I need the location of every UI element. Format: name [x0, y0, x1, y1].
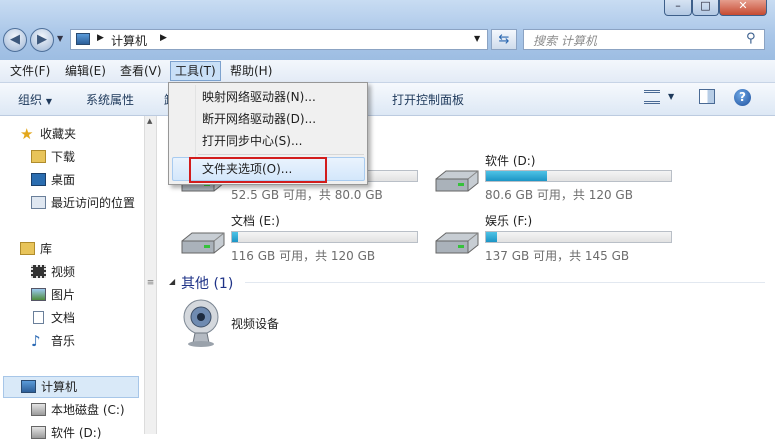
menu-separator [198, 154, 364, 155]
nav-label: 计算机 [41, 380, 78, 394]
capacity-bar [485, 170, 672, 182]
refresh-button[interactable]: ⇆ [491, 29, 517, 50]
chevron-down-icon: ▼ [45, 97, 52, 106]
search-box[interactable]: 搜索 计算机 ⚲ [523, 29, 765, 50]
menu-edit[interactable]: 编辑(E) [64, 63, 107, 79]
pictures-icon [31, 288, 46, 301]
search-icon[interactable]: ⚲ [746, 31, 756, 46]
downloads-folder-icon [31, 150, 46, 163]
nav-label: 桌面 [51, 173, 76, 187]
collapse-arrow-icon[interactable]: ◢ [169, 277, 175, 286]
hard-drive-icon [181, 232, 225, 254]
menu-view[interactable]: 查看(V) [119, 63, 163, 79]
star-icon: ★ [20, 125, 34, 143]
menu-tools[interactable]: 工具(T) [170, 61, 221, 81]
view-options-icon[interactable] [644, 90, 660, 104]
nav-label: 最近访问的位置 [51, 196, 136, 210]
organize-label: 组织 [18, 93, 43, 107]
help-icon[interactable]: ? [734, 89, 751, 106]
minimize-button[interactable]: – [664, 0, 692, 16]
nav-scrollbar[interactable]: ▲ ≡ [144, 116, 157, 434]
nav-label: 本地磁盘 (C:) [51, 403, 125, 417]
breadcrumb-computer[interactable]: 计算机 [111, 32, 147, 49]
maximize-button[interactable]: □ [692, 0, 719, 16]
title-bar: – □ ✕ ◀ ▶ ▼ ▶ 计算机 ▶ ▼ ⇆ 搜索 计算机 ⚲ [0, 0, 775, 60]
menu-item-sync-center[interactable]: 打开同步中心(S)... [202, 133, 302, 149]
nav-label: 软件 (D:) [51, 426, 102, 440]
command-bar: 组织 ▼ 系统属性 卸 打开控制面板 ▼ ? [0, 83, 775, 116]
forward-button[interactable]: ▶ [30, 28, 54, 52]
capacity-bar [231, 231, 418, 243]
highlight-box [189, 157, 327, 183]
system-properties-button[interactable]: 系统属性 [86, 91, 134, 108]
nav-label: 视频 [51, 265, 76, 279]
tools-dropdown-menu: 映射网络驱动器(N)... 断开网络驱动器(D)... 打开同步中心(S)...… [168, 82, 368, 185]
nav-label: 下载 [51, 150, 76, 164]
search-input[interactable]: 搜索 计算机 [533, 32, 597, 49]
free-space-text: 80.6 GB 可用，共 120 GB [485, 188, 633, 202]
recent-places-icon [31, 196, 46, 209]
back-button[interactable]: ◀ [3, 28, 27, 52]
navigation-pane: ★ 收藏夹 下载 桌面 最近访问的位置 库 视频 图片 文档 ♪ 音乐 计算机 … [0, 116, 144, 440]
history-dropdown-icon[interactable]: ▼ [57, 34, 63, 43]
chevron-down-icon[interactable]: ▼ [668, 92, 674, 101]
menu-help[interactable]: 帮助(H) [229, 63, 273, 79]
scroll-thumb[interactable]: ≡ [146, 276, 155, 290]
drive-icon [31, 403, 46, 416]
drive-name: 软件 (D:) [485, 154, 536, 168]
webcam-icon [183, 299, 219, 347]
hard-drive-icon [435, 232, 479, 254]
video-icon [31, 265, 46, 278]
nav-label: 音乐 [51, 334, 76, 348]
nav-label: 图片 [51, 288, 76, 302]
capacity-bar [485, 231, 672, 243]
capacity-fill [486, 171, 548, 181]
drive-icon [31, 426, 46, 439]
menu-item-map-drive[interactable]: 映射网络驱动器(N)... [202, 89, 316, 105]
drive-name: 文档 (E:) [231, 214, 280, 228]
document-icon [33, 311, 44, 324]
free-space-text: 137 GB 可用，共 145 GB [485, 249, 630, 263]
preview-pane-icon[interactable] [699, 89, 715, 104]
nav-label: 文档 [51, 311, 76, 325]
scroll-up-icon[interactable]: ▲ [147, 117, 152, 125]
nav-label: 收藏夹 [40, 127, 77, 141]
capacity-fill [232, 232, 238, 242]
menu-item-disconnect-drive[interactable]: 断开网络驱动器(D)... [202, 111, 316, 127]
computer-icon [21, 380, 36, 393]
capacity-fill [486, 232, 498, 242]
hard-drive-icon [435, 170, 479, 192]
address-bar[interactable]: ▶ 计算机 ▶ ▼ [70, 29, 488, 50]
free-space-text: 52.5 GB 可用，共 80.0 GB [231, 188, 383, 202]
control-panel-button[interactable]: 打开控制面板 [392, 91, 464, 108]
video-device-label: 视频设备 [231, 317, 280, 331]
computer-icon [76, 33, 90, 45]
breadcrumb-chevron-icon: ▶ [97, 33, 104, 43]
group-divider [245, 282, 765, 283]
group-header-other[interactable]: 其他 (1) [181, 273, 233, 293]
breadcrumb-chevron-icon: ▶ [160, 33, 167, 43]
nav-label: 库 [40, 242, 53, 256]
menu-bar: 文件(F) 编辑(E) 查看(V) 工具(T) 帮助(H) [0, 60, 775, 83]
drive-name: 娱乐 (F:) [485, 214, 533, 228]
close-button[interactable]: ✕ [719, 0, 767, 16]
music-note-icon: ♪ [31, 332, 41, 350]
library-icon [20, 242, 35, 255]
nav-computer[interactable]: 计算机 [3, 376, 139, 398]
desktop-icon [31, 173, 46, 186]
address-dropdown-icon[interactable]: ▼ [474, 34, 480, 43]
organize-button[interactable]: 组织 ▼ [18, 91, 52, 108]
menu-file[interactable]: 文件(F) [9, 63, 51, 79]
free-space-text: 116 GB 可用，共 120 GB [231, 249, 376, 263]
